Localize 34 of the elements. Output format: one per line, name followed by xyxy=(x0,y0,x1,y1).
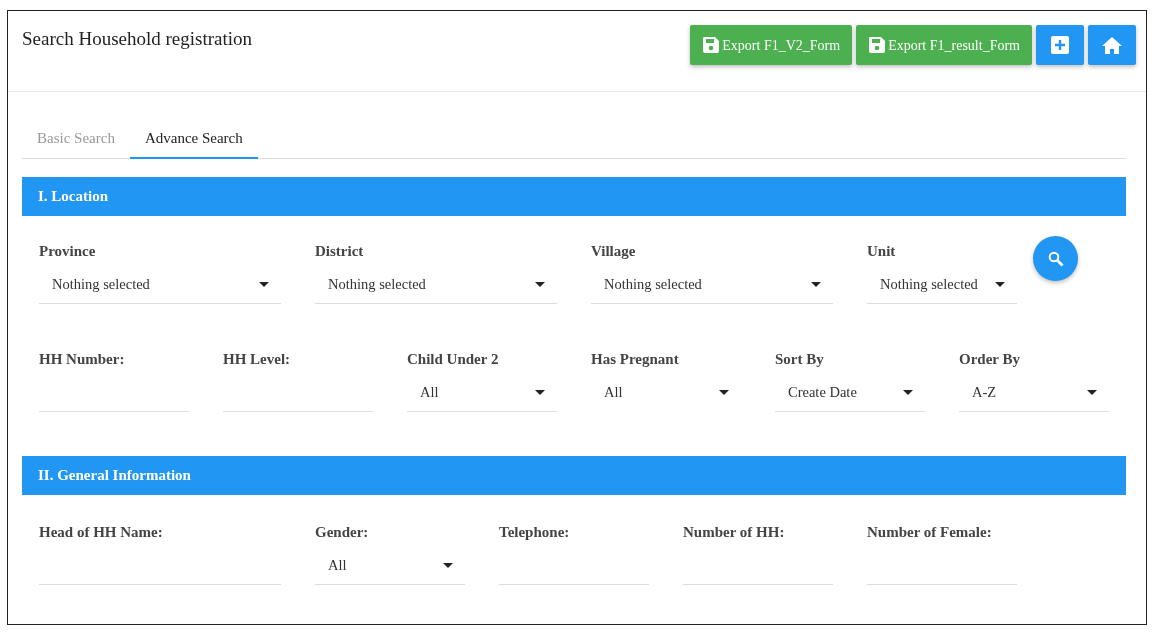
field-label: Village xyxy=(591,242,637,261)
field-label: Sort By xyxy=(775,350,825,369)
search-button[interactable] xyxy=(1033,236,1078,281)
caret-icon xyxy=(903,390,913,395)
caret-icon xyxy=(535,390,545,395)
field-label: Has Pregnant xyxy=(591,350,680,369)
caret-icon xyxy=(535,282,545,287)
field-label: HH Number: xyxy=(39,350,126,369)
field-label: Gender: xyxy=(315,523,370,542)
section-header: II. General Information xyxy=(22,456,1126,495)
field-label: Head of HH Name: xyxy=(39,523,164,542)
field-label: District xyxy=(315,242,365,261)
field-label: Child Under 2 xyxy=(407,350,500,369)
caret-icon xyxy=(1087,390,1097,395)
field-label: Number of Female: xyxy=(867,523,993,542)
caret-icon xyxy=(719,390,729,395)
page-title: Search Household registration xyxy=(22,27,253,51)
field-label: Telephone: xyxy=(499,523,571,542)
plus-square-icon xyxy=(1051,36,1069,54)
caret-icon xyxy=(443,563,453,568)
search-icon xyxy=(1047,250,1064,267)
field-label: HH Level: xyxy=(223,350,292,369)
field-label: Order By xyxy=(959,350,1021,369)
tab[interactable]: Advance Search xyxy=(129,119,258,159)
caret-icon xyxy=(995,282,1005,287)
field-label: Unit xyxy=(867,242,897,261)
add-button[interactable] xyxy=(1036,25,1084,65)
home-icon xyxy=(1102,36,1122,54)
field-label: Number of HH: xyxy=(683,523,786,542)
caret-icon xyxy=(811,282,821,287)
section-header: I. Location xyxy=(22,177,1126,216)
caret-icon xyxy=(259,282,269,287)
field-label: Province xyxy=(39,242,97,261)
home-button[interactable] xyxy=(1088,25,1136,65)
